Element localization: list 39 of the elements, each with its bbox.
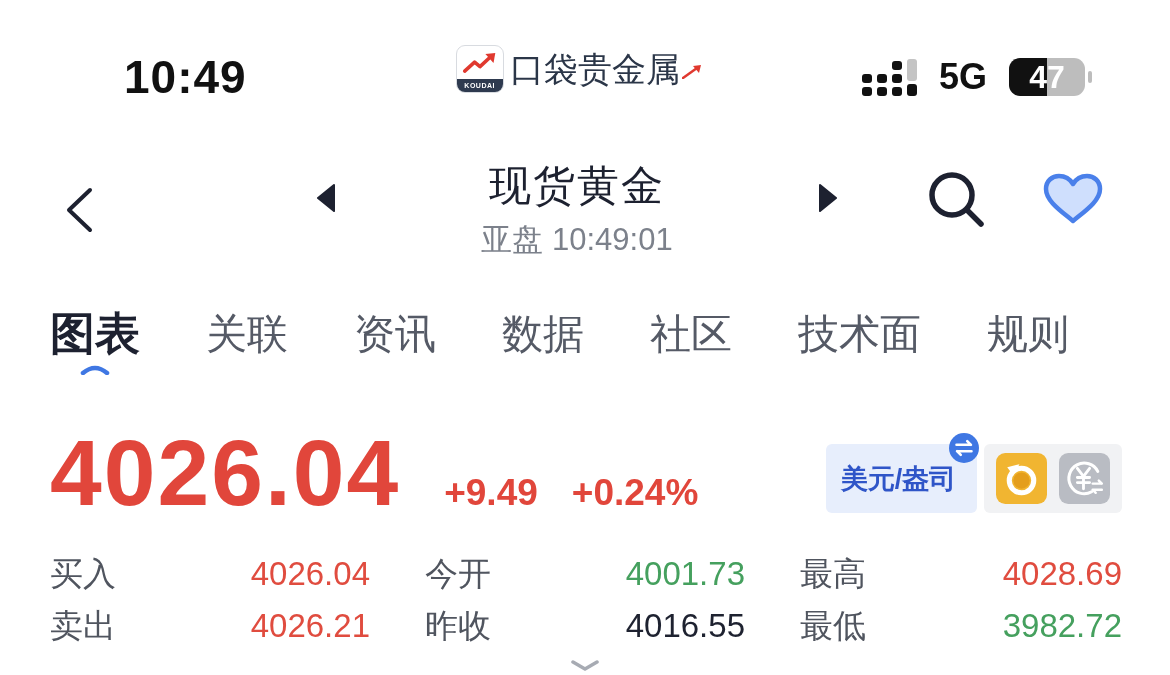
stat-label: 昨收	[425, 605, 491, 646]
triangle-right-icon[interactable]	[818, 183, 838, 212]
tab[interactable]: 图表	[50, 309, 140, 375]
stat-value: 4001.73	[625, 555, 745, 593]
tab[interactable]: 资讯	[354, 309, 436, 359]
stat-label: 最低	[800, 605, 866, 646]
page-title: 现货黄金	[489, 161, 665, 211]
stat-label: 卖出	[50, 605, 116, 646]
selected-indicator-icon	[80, 363, 110, 375]
tab[interactable]: 关联	[206, 309, 288, 359]
stat-value: 4028.69	[1002, 555, 1122, 593]
stat-value: 3982.72	[1002, 607, 1122, 645]
battery-tip-icon	[1088, 71, 1092, 83]
rising-arrow-icon	[681, 65, 702, 79]
stat-value: 4026.21	[250, 607, 370, 645]
current-price: 4026.04	[50, 427, 401, 519]
price-change-percent: +0.24%	[571, 472, 699, 514]
tab[interactable]: 规则	[987, 309, 1069, 359]
session-time: 亚盘 10:49:01	[481, 221, 673, 259]
heart-icon[interactable]	[1043, 172, 1103, 225]
status-time: 10:49	[124, 50, 247, 104]
stat-label: 最高	[800, 553, 866, 594]
stat-label: 今开	[425, 553, 491, 594]
tab[interactable]: 数据	[502, 309, 584, 359]
signal-icon	[861, 58, 917, 96]
stat-label: 买入	[50, 553, 116, 594]
tab[interactable]: 社区	[650, 309, 732, 359]
network-type: 5G	[938, 56, 987, 98]
triangle-left-icon[interactable]	[316, 183, 336, 212]
price-change: +9.49	[444, 472, 538, 514]
tab[interactable]: 技术面	[798, 309, 921, 359]
stat-value: 4026.04	[250, 555, 370, 593]
search-icon[interactable]	[927, 170, 985, 227]
unit-toggle-button[interactable]: 美元/盎司	[826, 444, 977, 513]
swap-arrows-icon	[949, 433, 979, 463]
logo-wordmark: 口袋贵金属	[509, 49, 680, 89]
stat-value: 4016.55	[625, 607, 745, 645]
rising-arrow-icon	[461, 51, 498, 75]
back-chevron-icon[interactable]	[64, 186, 94, 233]
